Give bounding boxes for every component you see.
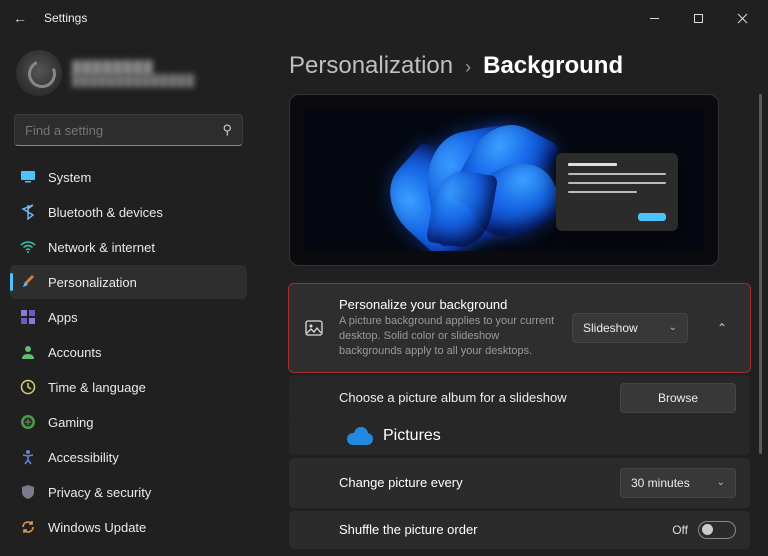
breadcrumb: Personalization › Background xyxy=(289,52,750,80)
setting-choose-album: Choose a picture album for a slideshow B… xyxy=(289,375,750,421)
window-title: Settings xyxy=(44,11,87,25)
setting-personalize-background[interactable]: Personalize your background A picture ba… xyxy=(289,284,750,372)
desktop-preview xyxy=(289,94,719,266)
sidebar-item-label: Accessibility xyxy=(48,450,119,465)
sidebar-item-bluetooth[interactable]: Bluetooth & devices xyxy=(10,195,247,229)
paintbrush-icon xyxy=(20,274,36,290)
apps-icon xyxy=(20,309,36,325)
select-value: 30 minutes xyxy=(631,476,690,490)
sidebar-item-accessibility[interactable]: Accessibility xyxy=(10,440,247,474)
nav-list: System Bluetooth & devices Network & int… xyxy=(10,160,247,544)
breadcrumb-parent[interactable]: Personalization xyxy=(289,52,453,80)
sidebar-item-label: Personalization xyxy=(48,275,137,290)
shield-icon xyxy=(20,484,36,500)
interval-select[interactable]: 30 minutes ⌄ xyxy=(620,468,736,498)
profile-name: ████████ xyxy=(72,60,195,75)
display-icon xyxy=(20,169,36,185)
sidebar-item-label: Accounts xyxy=(48,345,101,360)
sidebar-item-label: Gaming xyxy=(48,415,94,430)
search-input[interactable] xyxy=(25,123,222,138)
onedrive-icon xyxy=(347,427,373,445)
main-content: Personalization › Background Personalize… xyxy=(255,36,768,556)
setting-shuffle: Shuffle the picture order Off xyxy=(289,511,750,549)
album-folder-row[interactable]: Pictures xyxy=(289,421,750,455)
profile-email: ██████████████ xyxy=(72,75,195,87)
accessibility-icon xyxy=(20,449,36,465)
wallpaper-bloom xyxy=(388,117,568,251)
chevron-down-icon: ⌄ xyxy=(669,322,677,333)
setting-change-interval: Change picture every 30 minutes ⌄ xyxy=(289,458,750,508)
wifi-icon xyxy=(20,239,36,255)
scrollbar[interactable] xyxy=(759,94,762,454)
toggle-state-label: Off xyxy=(672,523,688,537)
sidebar: ████████ ██████████████ ⚲ System Bluetoo… xyxy=(0,36,255,556)
avatar xyxy=(16,50,62,96)
sidebar-item-personalization[interactable]: Personalization xyxy=(10,265,247,299)
titlebar: ← Settings xyxy=(0,0,768,36)
back-button[interactable]: ← xyxy=(4,10,36,26)
search-icon: ⚲ xyxy=(222,122,232,138)
bluetooth-icon xyxy=(20,204,36,220)
sidebar-item-system[interactable]: System xyxy=(10,160,247,194)
sidebar-item-label: Bluetooth & devices xyxy=(48,205,163,220)
sidebar-item-label: Privacy & security xyxy=(48,485,151,500)
gaming-icon xyxy=(20,414,36,430)
maximize-button[interactable] xyxy=(676,2,720,34)
sidebar-item-accounts[interactable]: Accounts xyxy=(10,335,247,369)
clock-icon xyxy=(20,379,36,395)
close-button[interactable] xyxy=(720,2,764,34)
search-box[interactable]: ⚲ xyxy=(14,114,243,146)
person-icon xyxy=(20,344,36,360)
minimize-button[interactable] xyxy=(632,2,676,34)
breadcrumb-current: Background xyxy=(483,52,623,80)
sidebar-item-label: Windows Update xyxy=(48,520,146,535)
sidebar-item-network[interactable]: Network & internet xyxy=(10,230,247,264)
sidebar-item-gaming[interactable]: Gaming xyxy=(10,405,247,439)
sidebar-item-label: Network & internet xyxy=(48,240,155,255)
sidebar-item-label: Apps xyxy=(48,310,78,325)
sidebar-item-time-language[interactable]: Time & language xyxy=(10,370,247,404)
select-value: Slideshow xyxy=(583,321,638,335)
collapse-button[interactable]: ⌃ xyxy=(708,313,736,343)
chevron-right-icon: › xyxy=(465,57,471,78)
preview-flyout xyxy=(556,153,678,231)
chevron-down-icon: ⌄ xyxy=(717,477,725,488)
sidebar-item-label: Time & language xyxy=(48,380,146,395)
background-type-select[interactable]: Slideshow ⌄ xyxy=(572,313,688,343)
setting-title: Change picture every xyxy=(339,475,606,490)
setting-title: Choose a picture album for a slideshow xyxy=(339,390,620,405)
setting-description: A picture background applies to your cur… xyxy=(339,314,558,359)
setting-title: Shuffle the picture order xyxy=(339,522,658,537)
shuffle-toggle[interactable] xyxy=(698,521,736,539)
sidebar-item-privacy[interactable]: Privacy & security xyxy=(10,475,247,509)
picture-icon xyxy=(303,319,325,337)
setting-title: Personalize your background xyxy=(339,297,558,312)
update-icon xyxy=(20,519,36,535)
browse-button[interactable]: Browse xyxy=(620,383,736,413)
profile-block[interactable]: ████████ ██████████████ xyxy=(10,44,247,110)
folder-name: Pictures xyxy=(383,427,441,445)
sidebar-item-windows-update[interactable]: Windows Update xyxy=(10,510,247,544)
sidebar-item-apps[interactable]: Apps xyxy=(10,300,247,334)
sidebar-item-label: System xyxy=(48,170,91,185)
